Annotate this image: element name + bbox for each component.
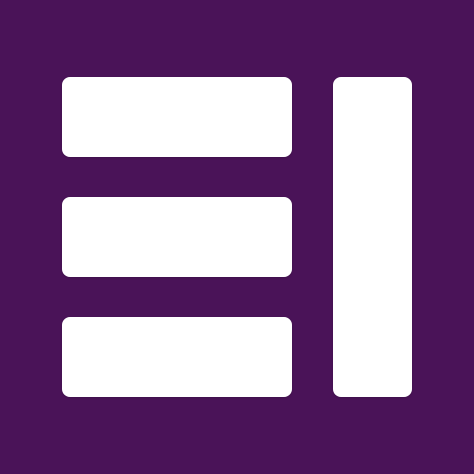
logo-horizontal-bar-bottom — [62, 317, 292, 397]
logo-icon — [0, 0, 474, 474]
logo-vertical-bar — [333, 77, 412, 397]
logo-horizontal-bar-top — [62, 77, 292, 157]
logo-horizontal-bar-middle — [62, 197, 292, 277]
